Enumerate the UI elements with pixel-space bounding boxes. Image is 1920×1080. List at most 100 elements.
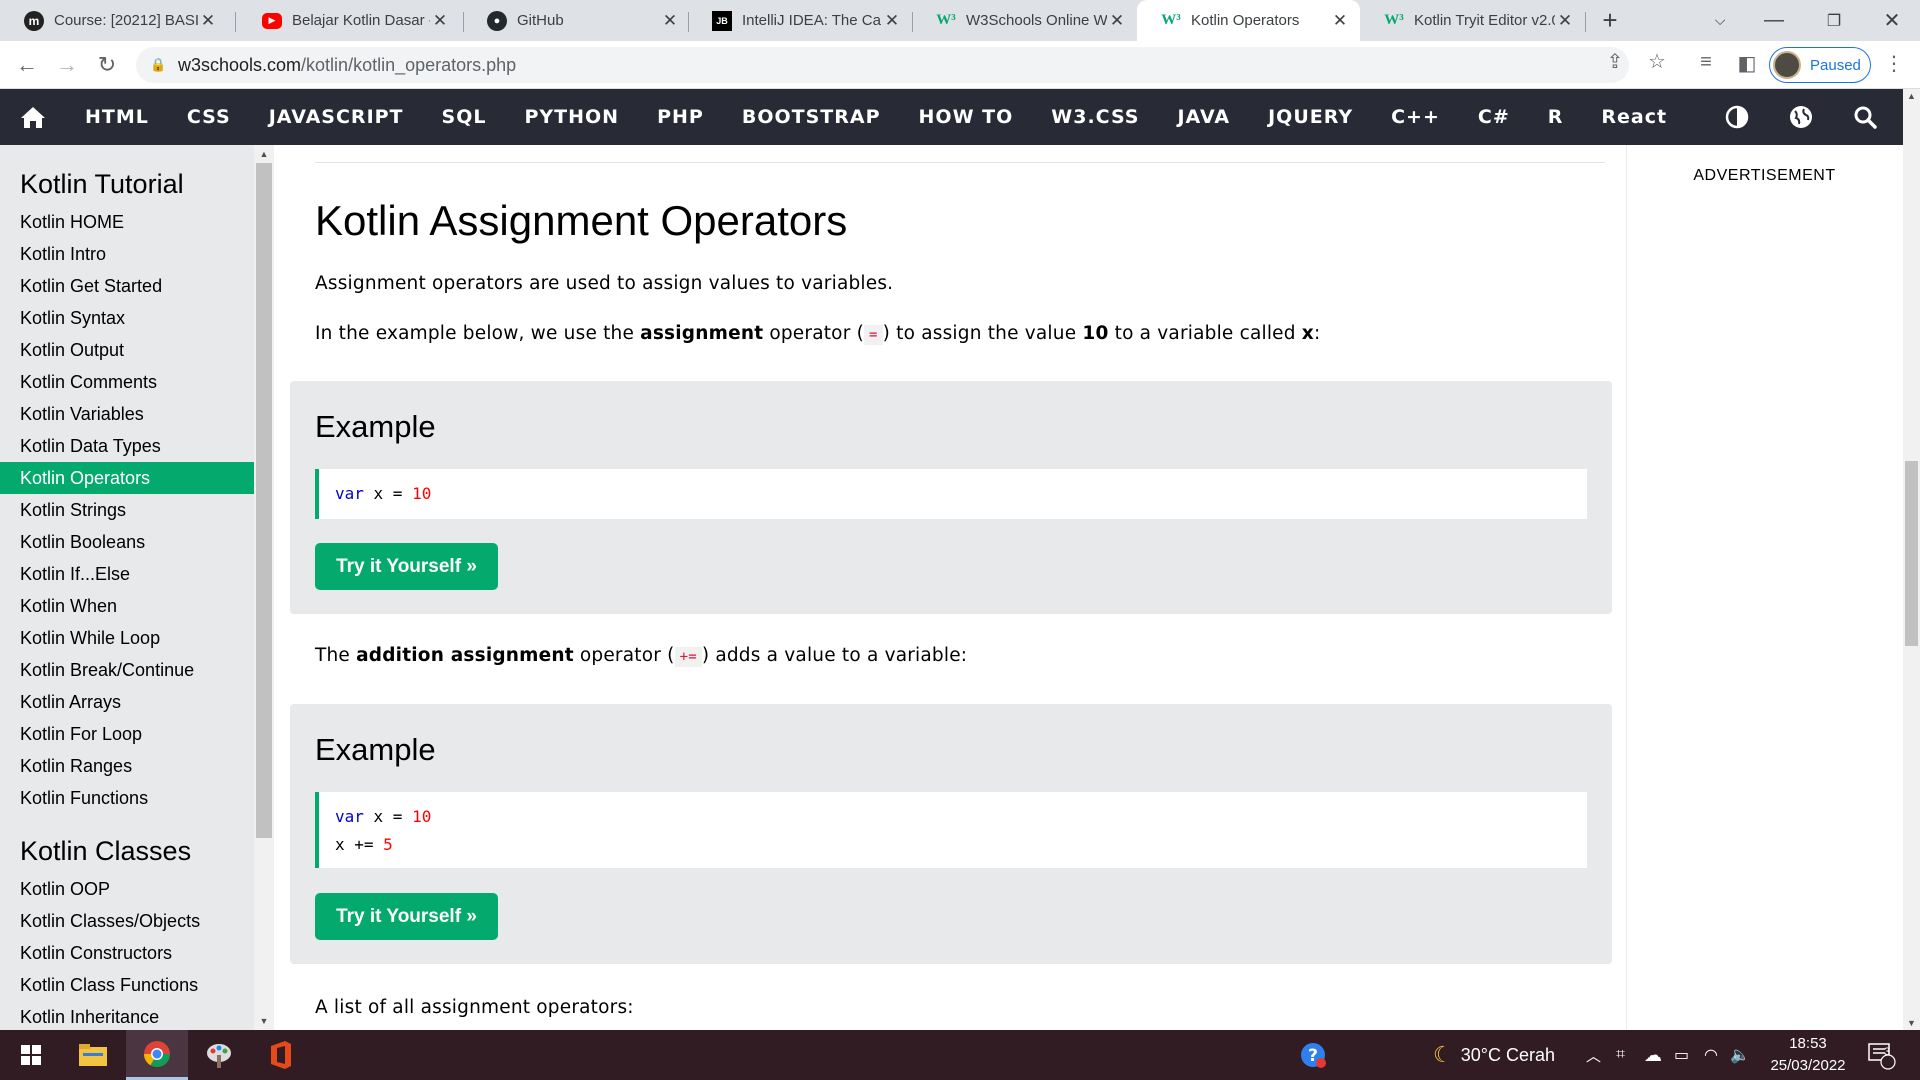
scroll-up-arrow-icon[interactable]: ▲ [1903,91,1920,101]
sidebar-item[interactable]: Kotlin Constructors [0,937,254,969]
sidebar-item[interactable]: Kotlin Break/Continue [0,654,254,686]
lock-icon[interactable]: 🔒 [150,57,170,73]
sidebar-item[interactable]: Kotlin Get Started [0,270,254,302]
sidebar-item[interactable]: Kotlin Inheritance [0,1001,254,1030]
device-icon[interactable]: ⌗ [1616,1030,1625,1080]
close-icon[interactable]: ✕ [198,11,218,31]
sidebar-item[interactable]: Kotlin Ranges [0,750,254,782]
sidebar-item[interactable]: Kotlin Syntax [0,302,254,334]
address-bar[interactable]: 🔒 w3schools.com/kotlin/kotlin_operators.… [136,47,1629,83]
restore-icon[interactable]: ❐ [1806,0,1862,41]
nav-link-jquery[interactable]: JQUERY [1249,89,1372,145]
tab-youtube[interactable]: ▶ Belajar Kotlin Dasar - ✕ [238,0,460,41]
share-icon[interactable]: ⇪ [1601,49,1629,74]
close-icon[interactable]: ✕ [1555,11,1575,31]
dark-mode-icon[interactable] [1712,89,1762,145]
minimize-icon[interactable]: — [1746,0,1802,41]
bookmark-star-icon[interactable]: ☆ [1643,49,1671,74]
forward-icon[interactable]: → [50,48,84,82]
tab-intellij[interactable]: JB IntelliJ IDEA: The Capa ✕ [688,0,912,41]
nav-link-c[interactable]: C# [1459,89,1529,145]
volume-icon[interactable]: 🔈 [1730,1030,1750,1080]
close-window-icon[interactable]: ✕ [1864,0,1920,41]
sidebar-item[interactable]: Kotlin Strings [0,494,254,526]
close-icon[interactable]: ✕ [660,11,680,31]
office-icon[interactable] [250,1030,312,1080]
tab-search-icon[interactable]: ⌵ [1692,0,1748,41]
help-icon[interactable]: ? [1296,1030,1330,1080]
close-icon[interactable]: ✕ [1330,11,1350,31]
system-clock[interactable]: 18:53 25/03/2022 [1768,1033,1848,1077]
page-scrollbar[interactable]: ▲ ▼ [1903,89,1920,1030]
sidebar-item[interactable]: Kotlin Class Functions [0,969,254,1001]
sidebar-item[interactable]: Kotlin While Loop [0,622,254,654]
sidebar-item[interactable]: Kotlin Arrays [0,686,254,718]
wifi-icon[interactable]: ◠ [1704,1030,1718,1080]
sidebar-item[interactable]: Kotlin Classes/Objects [0,905,254,937]
back-icon[interactable]: ← [10,48,44,82]
chrome-icon[interactable] [126,1030,188,1080]
profile-button[interactable]: Paused [1769,47,1871,83]
try-it-yourself-button[interactable]: Try it Yourself » [315,543,498,590]
tab-kotlin-operators[interactable]: W³ Kotlin Operators ✕ [1137,0,1360,41]
side-panel-icon[interactable]: ◧ [1733,51,1761,76]
close-icon[interactable]: ✕ [882,11,902,31]
search-icon[interactable] [1840,89,1890,145]
file-explorer-icon[interactable] [62,1030,124,1080]
code-block[interactable]: var x = 10 x += 5 [315,792,1587,868]
sidebar-item[interactable]: Kotlin Output [0,334,254,366]
sidebar-item[interactable]: Kotlin Comments [0,366,254,398]
sidebar-item[interactable]: Kotlin For Loop [0,718,254,750]
globe-icon[interactable] [1776,89,1826,145]
sidebar-item[interactable]: Kotlin Variables [0,398,254,430]
nav-link-react[interactable]: React [1582,89,1686,145]
nav-link-c[interactable]: C++ [1372,89,1459,145]
tab-github[interactable]: ● GitHub ✕ [463,0,690,41]
sidebar-item[interactable]: Kotlin Intro [0,238,254,270]
nav-link-sql[interactable]: SQL [423,89,506,145]
nav-link-bootstrap[interactable]: BOOTSTRAP [723,89,900,145]
show-hidden-icons-icon[interactable]: ︿ [1586,1030,1601,1080]
close-icon[interactable]: ✕ [1107,11,1127,31]
scroll-up-arrow-icon[interactable]: ▲ [254,149,274,159]
nav-link-php[interactable]: PHP [638,89,723,145]
scrollbar-thumb[interactable] [256,163,272,838]
more-menu-icon[interactable]: ⋮ [1884,51,1904,76]
reload-icon[interactable]: ↻ [90,48,124,82]
nav-link-python[interactable]: PYTHON [505,89,638,145]
tab-w3schools[interactable]: W³ W3Schools Online We ✕ [912,0,1137,41]
notification-center-icon[interactable]: 3 [1866,1030,1896,1080]
scroll-down-arrow-icon[interactable]: ▼ [1903,1018,1920,1028]
sidebar-item[interactable]: Kotlin HOME [0,206,254,238]
sidebar-item[interactable]: Kotlin When [0,590,254,622]
sidebar-scrollbar[interactable]: ▲ ▼ [254,145,274,1030]
battery-icon[interactable]: ▭ [1674,1030,1689,1080]
tab-kotlin-tryit[interactable]: W³ Kotlin Tryit Editor v2.0 ✕ [1360,0,1585,41]
nav-link-javascript[interactable]: JAVASCRIPT [250,89,423,145]
sidebar-item[interactable]: Kotlin Operators [0,462,254,494]
sidebar-item[interactable]: Kotlin OOP [0,873,254,905]
new-tab-button[interactable]: + [1594,5,1626,37]
sidebar-item[interactable]: Kotlin Functions [0,782,254,814]
paint-app-icon[interactable] [188,1030,250,1080]
code-block[interactable]: var x = 10 [315,469,1587,519]
scroll-down-arrow-icon[interactable]: ▼ [254,1016,274,1026]
reading-list-icon[interactable]: ≡ [1692,51,1720,74]
nav-link-r[interactable]: R [1529,89,1583,145]
sidebar-item[interactable]: Kotlin Booleans [0,526,254,558]
home-icon[interactable] [0,89,66,145]
weather-widget[interactable]: ☾ 30°C Cerah [1433,1030,1555,1080]
nav-link-css[interactable]: CSS [168,89,250,145]
sidebar-item[interactable]: Kotlin Data Types [0,430,254,462]
try-it-yourself-button[interactable]: Try it Yourself » [315,893,498,940]
nav-link-how-to[interactable]: HOW TO [900,89,1033,145]
windows-start-icon[interactable] [0,1030,62,1080]
onedrive-icon[interactable]: ☁ [1644,1030,1662,1080]
scrollbar-thumb[interactable] [1905,461,1918,646]
nav-link-w3-css[interactable]: W3.CSS [1032,89,1158,145]
nav-link-html[interactable]: HTML [66,89,168,145]
nav-link-java[interactable]: JAVA [1158,89,1249,145]
tab-course[interactable]: m Course: [20212] BASIS ✕ [0,0,228,41]
sidebar-item[interactable]: Kotlin If...Else [0,558,254,590]
close-icon[interactable]: ✕ [430,11,450,31]
